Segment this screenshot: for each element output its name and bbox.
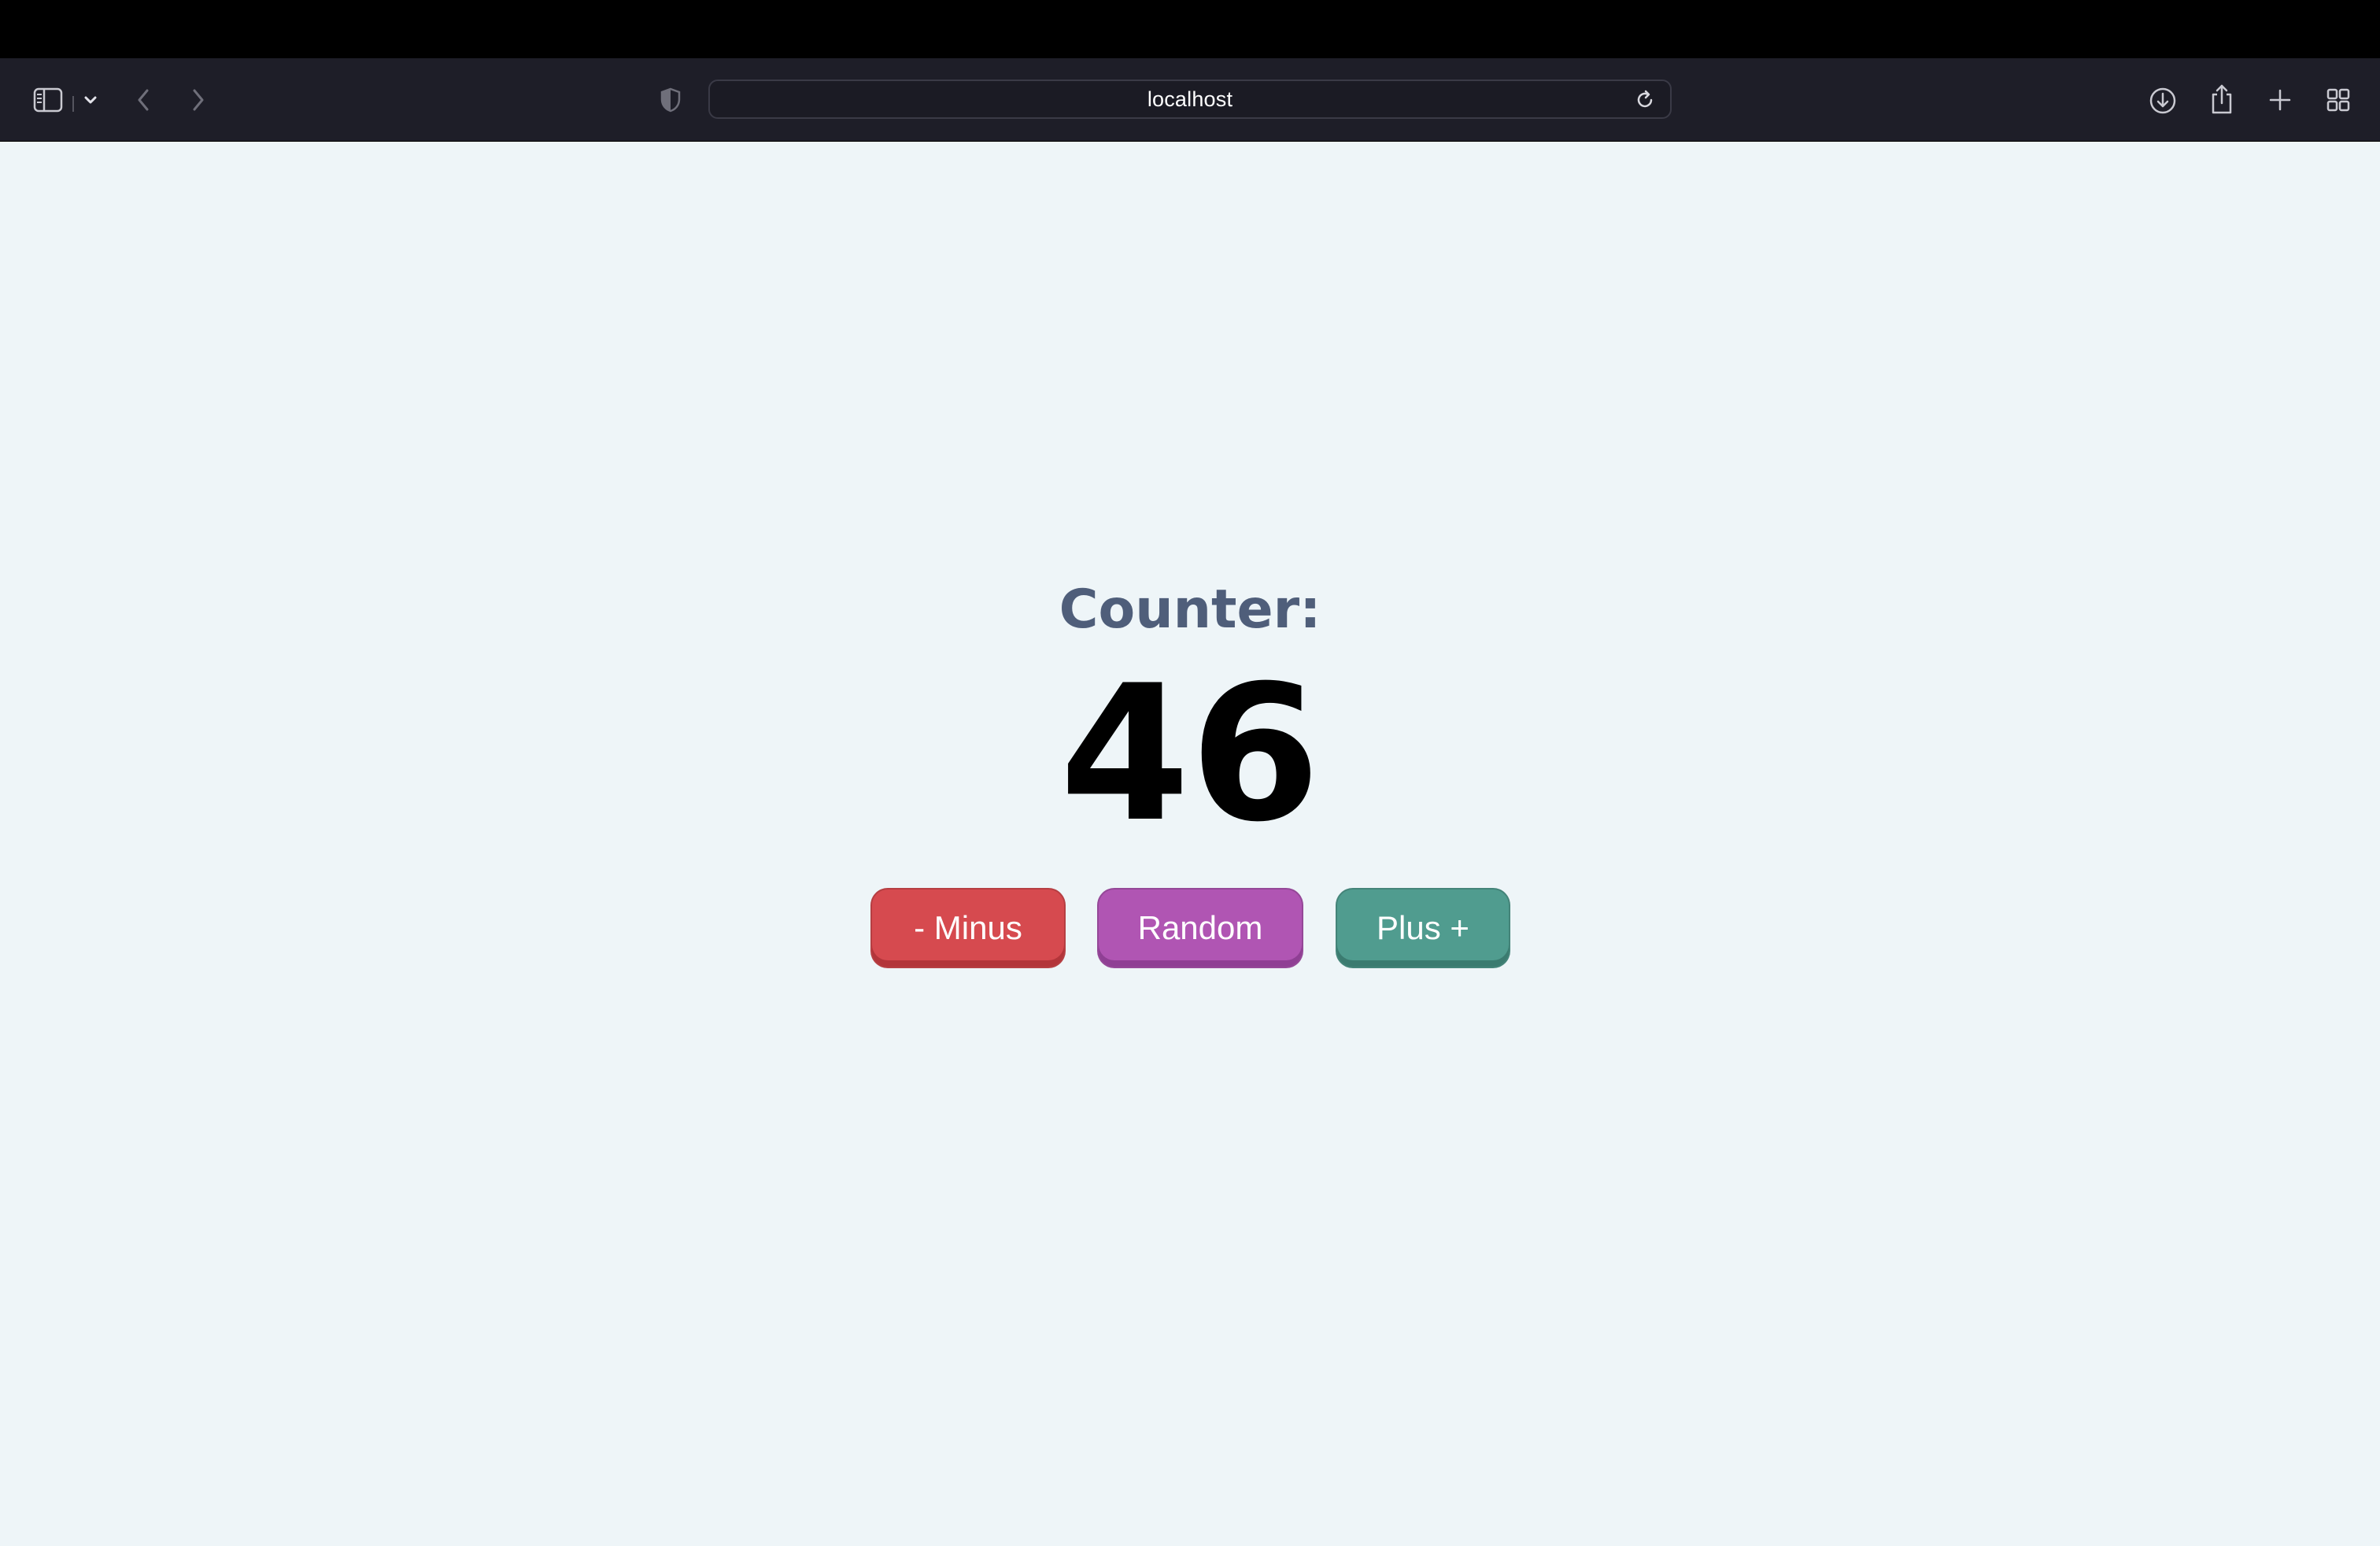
menu-bar [0, 0, 2380, 58]
url-text: localhost [1147, 87, 1233, 111]
minus-button[interactable]: - Minus [870, 888, 1066, 968]
share-icon[interactable] [2207, 82, 2237, 117]
page-viewport: Counter: 46 - Minus Random Plus + [0, 142, 2380, 1546]
forward-icon[interactable] [186, 85, 211, 115]
grid-icon[interactable] [2323, 85, 2353, 115]
plus-icon[interactable] [2265, 85, 2295, 115]
counter-label: Counter: [1059, 579, 1321, 641]
plus-button[interactable]: Plus + [1336, 888, 1510, 968]
sidebar-icon[interactable] [31, 85, 65, 115]
address-bar[interactable]: localhost [708, 80, 1672, 119]
chevron-down-icon[interactable] [80, 90, 101, 110]
browser-toolbar: localhost [0, 58, 2380, 142]
toolbar-divider [72, 96, 74, 112]
reload-icon[interactable] [1634, 89, 1656, 115]
back-icon[interactable] [131, 85, 156, 115]
shield-icon[interactable] [658, 85, 683, 115]
download-icon[interactable] [2147, 85, 2179, 117]
random-button[interactable]: Random [1097, 888, 1303, 968]
counter-value: 46 [1059, 645, 1321, 864]
